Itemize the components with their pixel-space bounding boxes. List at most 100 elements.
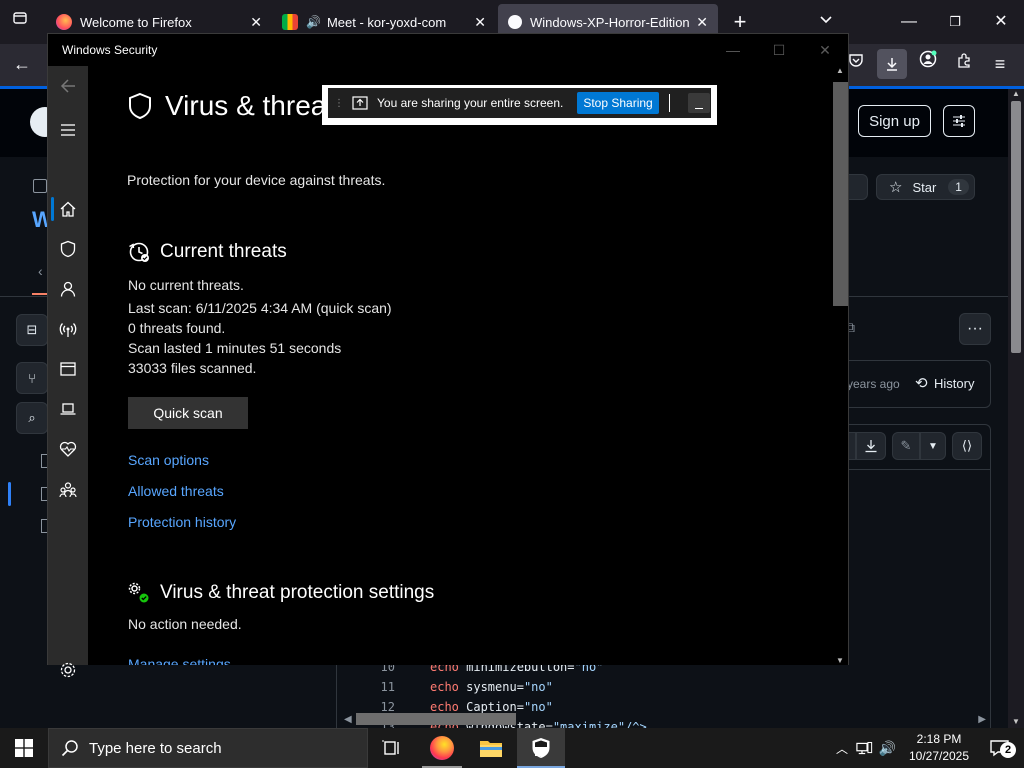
downloads-icon[interactable] [877, 49, 907, 79]
scan-options-link[interactable]: Scan options [128, 452, 209, 468]
share-screen-icon [352, 96, 368, 110]
windows-security-window: Windows Security — ☐ ✕ Virus & threat pr… [47, 33, 849, 678]
menu-icon[interactable] [56, 118, 80, 142]
content-scrollbar[interactable]: ▲ ▼ [833, 66, 848, 665]
account-person-icon[interactable] [56, 277, 80, 301]
file-explorer-icon[interactable] [467, 728, 515, 768]
close-tab-icon[interactable]: ✕ [696, 14, 708, 31]
show-hidden-icons-icon[interactable]: ︿ [836, 740, 848, 757]
code-line: 11 echo sysmenu="no" [380, 680, 553, 694]
firefox-view-icon[interactable] [6, 8, 34, 36]
scroll-down-icon[interactable]: ▼ [1012, 717, 1020, 726]
health-heart-icon[interactable] [56, 437, 80, 461]
scroll-down-icon[interactable]: ▼ [836, 656, 844, 665]
close-tab-icon[interactable]: ✕ [474, 14, 486, 31]
star-button[interactable]: ☆ Star 1 [876, 174, 975, 200]
search-icon [61, 740, 78, 757]
star-count: 1 [948, 179, 969, 195]
firefox-taskbar-icon[interactable] [418, 728, 466, 768]
sign-up-button[interactable]: Sign up [858, 105, 931, 137]
window-restore-icon[interactable]: ❐ [941, 8, 969, 36]
title-bar[interactable]: Windows Security — ☐ ✕ [48, 34, 848, 66]
close-icon[interactable]: ✕ [802, 38, 848, 62]
window-close-icon[interactable]: ✕ [987, 8, 1015, 36]
minimize-share-bar-button[interactable] [687, 93, 710, 113]
scroll-up-icon[interactable]: ▲ [836, 66, 844, 75]
settings-gear-icon[interactable] [56, 658, 80, 682]
symbols-panel-icon[interactable]: ⟨⟩ [952, 432, 982, 460]
history-link[interactable]: History [934, 376, 974, 391]
shield-icon[interactable] [56, 237, 80, 261]
threat-status: No current threats. [128, 277, 244, 293]
settings-status: No action needed. [128, 616, 242, 632]
settings-gears-icon [128, 582, 149, 603]
files-scanned: 33033 files scanned. [128, 360, 257, 376]
list-all-tabs-icon[interactable] [812, 8, 840, 36]
search-file-icon[interactable]: ⌕ [16, 402, 48, 434]
minimize-icon[interactable]: — [710, 38, 756, 62]
page-scroll-thumb[interactable] [1011, 101, 1021, 353]
edit-pencil-icon[interactable]: ✎ [892, 432, 920, 460]
stop-sharing-button[interactable]: Stop Sharing [577, 92, 659, 114]
new-tab-icon[interactable]: + [726, 8, 754, 36]
google-meet-icon [282, 14, 298, 30]
volume-icon[interactable]: 🔊 [879, 740, 896, 757]
allowed-threats-link[interactable]: Allowed threats [128, 483, 224, 499]
notifications-icon[interactable]: 2 [976, 728, 1024, 768]
protection-history-link[interactable]: Protection history [128, 514, 236, 530]
filter-settings-icon[interactable] [943, 105, 975, 137]
home-icon[interactable] [56, 197, 80, 221]
protection-settings-heading: Virus & threat protection settings [128, 582, 434, 604]
selected-nav-marker [51, 197, 54, 221]
branch-selector-icon[interactable]: ⑂ [16, 362, 48, 394]
repo-icon [33, 179, 47, 193]
back-arrow-icon[interactable] [56, 74, 80, 98]
sidebar-toggle-icon[interactable]: ⊟ [16, 314, 48, 346]
hamburger-menu-icon[interactable]: ≡ [986, 50, 1014, 78]
scroll-left-icon[interactable]: ◀ [344, 714, 352, 725]
account-icon[interactable] [914, 50, 942, 78]
current-threats-heading: Current threats [128, 241, 287, 263]
back-arrow-icon[interactable]: ← [8, 50, 36, 78]
clock[interactable]: 2:18 PM 10/27/2025 [900, 731, 978, 765]
quick-scan-button[interactable]: Quick scan [128, 397, 248, 429]
window-minimize-icon[interactable]: — [895, 8, 923, 36]
github-icon [508, 15, 522, 29]
scroll-up-icon[interactable]: ▲ [1012, 89, 1020, 98]
speaker-icon[interactable]: 🔊 [306, 15, 321, 29]
taskbar-search-box[interactable]: Type here to search [48, 728, 368, 768]
close-tab-icon[interactable]: ✕ [250, 14, 262, 31]
edit-dropdown-icon[interactable]: ▼ [920, 432, 946, 460]
page-scrollbar[interactable]: ▲ ▼ [1008, 89, 1024, 728]
last-scan: Last scan: 6/11/2025 4:34 AM (quick scan… [128, 300, 392, 316]
extensions-icon[interactable] [950, 50, 978, 78]
windows-security-taskbar-icon[interactable] [517, 728, 565, 768]
tab-underline [32, 293, 48, 295]
download-raw-icon[interactable] [856, 432, 886, 460]
threats-found: 0 threats found. [128, 320, 226, 336]
scroll-right-icon[interactable]: ▶ [978, 714, 986, 725]
maximize-icon[interactable]: ☐ [756, 38, 802, 62]
star-icon: ☆ [889, 179, 903, 196]
threat-scan-clock-icon [129, 242, 149, 262]
network-icon[interactable] [856, 740, 873, 756]
family-options-icon[interactable] [56, 478, 80, 502]
navigation-rail [48, 66, 88, 678]
manage-settings-link[interactable]: Manage settings [128, 656, 231, 665]
tab-nav-fragment: ‹ [38, 263, 43, 279]
notification-badge: 2 [1000, 742, 1016, 758]
divider [668, 94, 670, 112]
app-browser-icon[interactable] [56, 357, 80, 381]
history-icon: ⟲ [915, 375, 928, 392]
task-view-icon[interactable] [368, 728, 416, 768]
content-scroll-thumb[interactable] [833, 82, 848, 306]
more-options-button[interactable]: ··· [959, 313, 991, 345]
device-laptop-icon[interactable] [56, 397, 80, 421]
network-antenna-icon[interactable] [56, 317, 80, 341]
drag-handle-icon[interactable]: ⋮ [334, 98, 344, 109]
code-hscroll[interactable]: ◀ ▶ [338, 711, 990, 727]
scan-duration: Scan lasted 1 minutes 51 seconds [128, 340, 342, 356]
hscroll-thumb[interactable] [356, 713, 516, 725]
windows-start-icon[interactable] [0, 728, 48, 768]
shield-icon [129, 92, 151, 120]
